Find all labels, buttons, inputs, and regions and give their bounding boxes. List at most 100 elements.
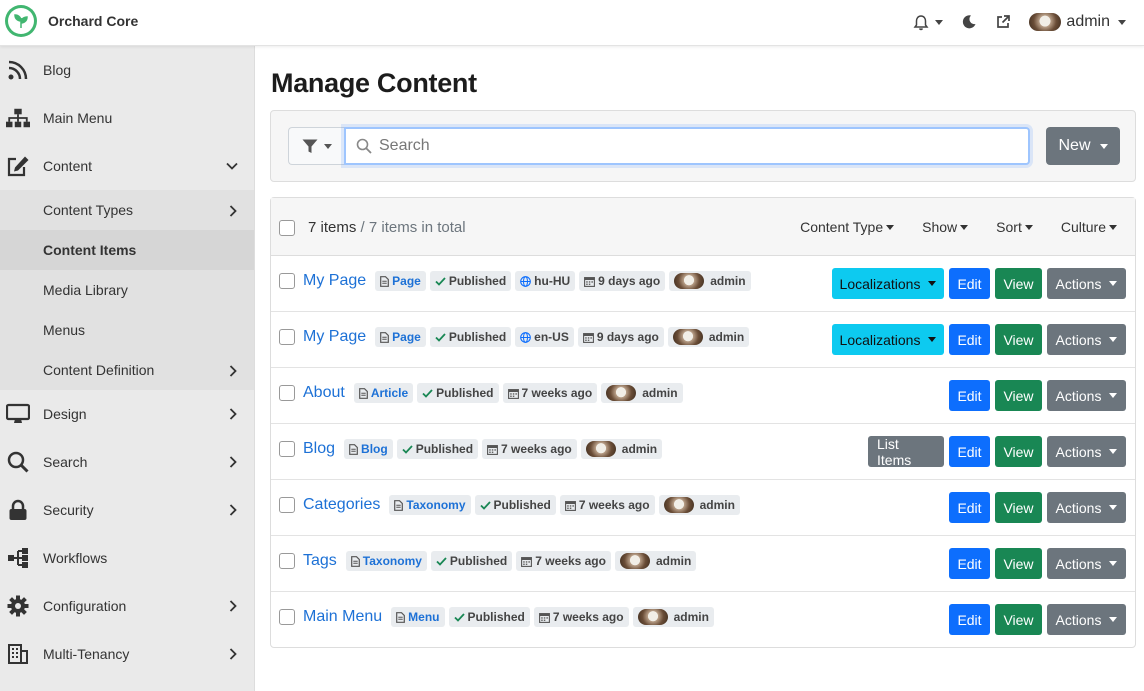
content-item-title-link[interactable]: About [303, 384, 345, 402]
content-item-title-link[interactable]: My Page [303, 328, 366, 346]
sidebar-item-workflows[interactable]: Workflows [0, 534, 254, 582]
row-checkbox[interactable] [279, 609, 295, 625]
sidebar-item-media-library[interactable]: Media Library [0, 270, 254, 310]
view-button[interactable]: View [995, 268, 1042, 299]
edit-button[interactable]: Edit [949, 436, 990, 467]
content-type-badge: Blog [344, 439, 393, 459]
row-checkbox[interactable] [279, 273, 295, 289]
view-button[interactable]: View [995, 324, 1042, 355]
globe-icon [520, 331, 532, 343]
actions-dropdown-button[interactable]: Actions [1047, 268, 1126, 299]
file-icon [380, 275, 390, 287]
check-icon [479, 500, 491, 510]
actions-dropdown-button[interactable]: Actions [1047, 492, 1126, 523]
check-icon [436, 556, 447, 566]
chevron-down-icon [1118, 19, 1126, 25]
modified-date-badge: 9 days ago [577, 327, 664, 347]
view-button[interactable]: View [995, 436, 1042, 467]
owner-badge: admin [614, 551, 697, 571]
filter-culture-dropdown[interactable]: Culture [1061, 219, 1117, 235]
filter-sort-dropdown[interactable]: Sort [996, 219, 1033, 235]
select-all-checkbox[interactable] [279, 220, 295, 236]
actions-dropdown-button[interactable]: Actions [1047, 324, 1126, 355]
content-item-title-link[interactable]: Main Menu [303, 608, 382, 626]
list-items-button[interactable]: List Items [868, 436, 944, 468]
new-content-button[interactable]: New [1046, 127, 1120, 165]
brand[interactable]: Orchard Core [5, 5, 138, 37]
modified-date-badge: 7 weeks ago [516, 551, 611, 571]
edit-button[interactable]: Edit [949, 268, 990, 299]
calendar-icon [487, 444, 498, 455]
user-menu-button[interactable]: admin [1029, 13, 1126, 31]
edit-button[interactable]: Edit [949, 548, 990, 579]
file-icon [396, 611, 406, 623]
actions-dropdown-button[interactable]: Actions [1047, 380, 1126, 411]
view-button[interactable]: View [995, 604, 1042, 635]
filter-dropdown-button[interactable] [288, 127, 344, 165]
content-item-title-link[interactable]: My Page [303, 272, 366, 290]
chevron-down-icon [1109, 617, 1118, 622]
sidebar-item-design[interactable]: Design [0, 390, 254, 438]
actions-dropdown-button[interactable]: Actions [1047, 436, 1126, 467]
edit-button[interactable]: Edit [949, 324, 990, 355]
sidebar-item-content[interactable]: Content [0, 142, 254, 190]
actions-dropdown-button[interactable]: Actions [1047, 548, 1126, 579]
theme-toggle-button[interactable] [961, 14, 977, 30]
check-icon [453, 612, 465, 622]
filter-content-type-dropdown[interactable]: Content Type [800, 219, 895, 235]
content-item-title-link[interactable]: Categories [303, 496, 380, 514]
sidebar-item-multi-tenancy[interactable]: Multi-Tenancy [0, 630, 254, 678]
notifications-button[interactable] [913, 14, 944, 31]
list-item: Tags Taxonomy Published 7 weeks ago admin Edi… [271, 536, 1135, 592]
owner-badge: admin [669, 271, 751, 291]
file-icon [380, 331, 390, 343]
chevron-right-icon [229, 600, 237, 612]
moon-icon [963, 15, 976, 29]
avatar [672, 329, 703, 345]
search-input[interactable] [379, 129, 1019, 163]
view-button[interactable]: View [995, 548, 1042, 579]
sidebar-item-blog[interactable]: Blog [0, 46, 254, 94]
content-item-title-link[interactable]: Tags [303, 552, 337, 570]
filter-show-dropdown[interactable]: Show [922, 219, 969, 235]
view-button[interactable]: View [995, 492, 1042, 523]
sidebar-item-menus[interactable]: Menus [0, 310, 254, 350]
culture-badge: en-US [515, 327, 574, 347]
sidebar-item-content-types[interactable]: Content Types [0, 190, 254, 230]
sidebar-item-main-menu[interactable]: Main Menu [0, 94, 254, 142]
visit-site-button[interactable] [995, 14, 1011, 30]
localizations-button[interactable]: Localizations [832, 268, 944, 299]
edit-button[interactable]: Edit [949, 492, 990, 523]
sidebar-item-search[interactable]: Search [0, 438, 254, 486]
modified-date-badge: 7 weeks ago [502, 383, 598, 403]
content-type-badge: Page [375, 271, 426, 291]
building-icon [6, 642, 30, 666]
check-icon [422, 388, 433, 398]
view-button[interactable]: View [995, 380, 1042, 411]
row-checkbox[interactable] [279, 553, 295, 569]
row-checkbox[interactable] [279, 329, 295, 345]
orchard-logo-icon [5, 5, 37, 37]
row-checkbox[interactable] [279, 497, 295, 513]
sidebar-item-content-items[interactable]: Content Items [0, 230, 254, 270]
status-badge: Published [417, 383, 499, 403]
content-item-title-link[interactable]: Blog [303, 440, 335, 458]
row-checkbox[interactable] [279, 441, 295, 457]
row-checkbox[interactable] [279, 385, 295, 401]
owner-badge: admin [658, 495, 740, 515]
file-icon [349, 443, 358, 455]
sitemap-icon [6, 106, 30, 130]
chevron-right-icon [229, 648, 237, 660]
chevron-down-icon [1109, 561, 1118, 566]
gear-icon [6, 594, 30, 618]
actions-dropdown-button[interactable]: Actions [1047, 604, 1126, 635]
chevron-down-icon [960, 224, 969, 230]
sidebar-item-content-definition[interactable]: Content Definition [0, 350, 254, 390]
sidebar-item-security[interactable]: Security [0, 486, 254, 534]
owner-badge: admin [667, 327, 750, 347]
sidebar-item-configuration[interactable]: Configuration [0, 582, 254, 630]
edit-button[interactable]: Edit [949, 604, 990, 635]
edit-button[interactable]: Edit [949, 380, 990, 411]
chevron-right-icon [229, 408, 237, 420]
localizations-button[interactable]: Localizations [832, 324, 944, 355]
